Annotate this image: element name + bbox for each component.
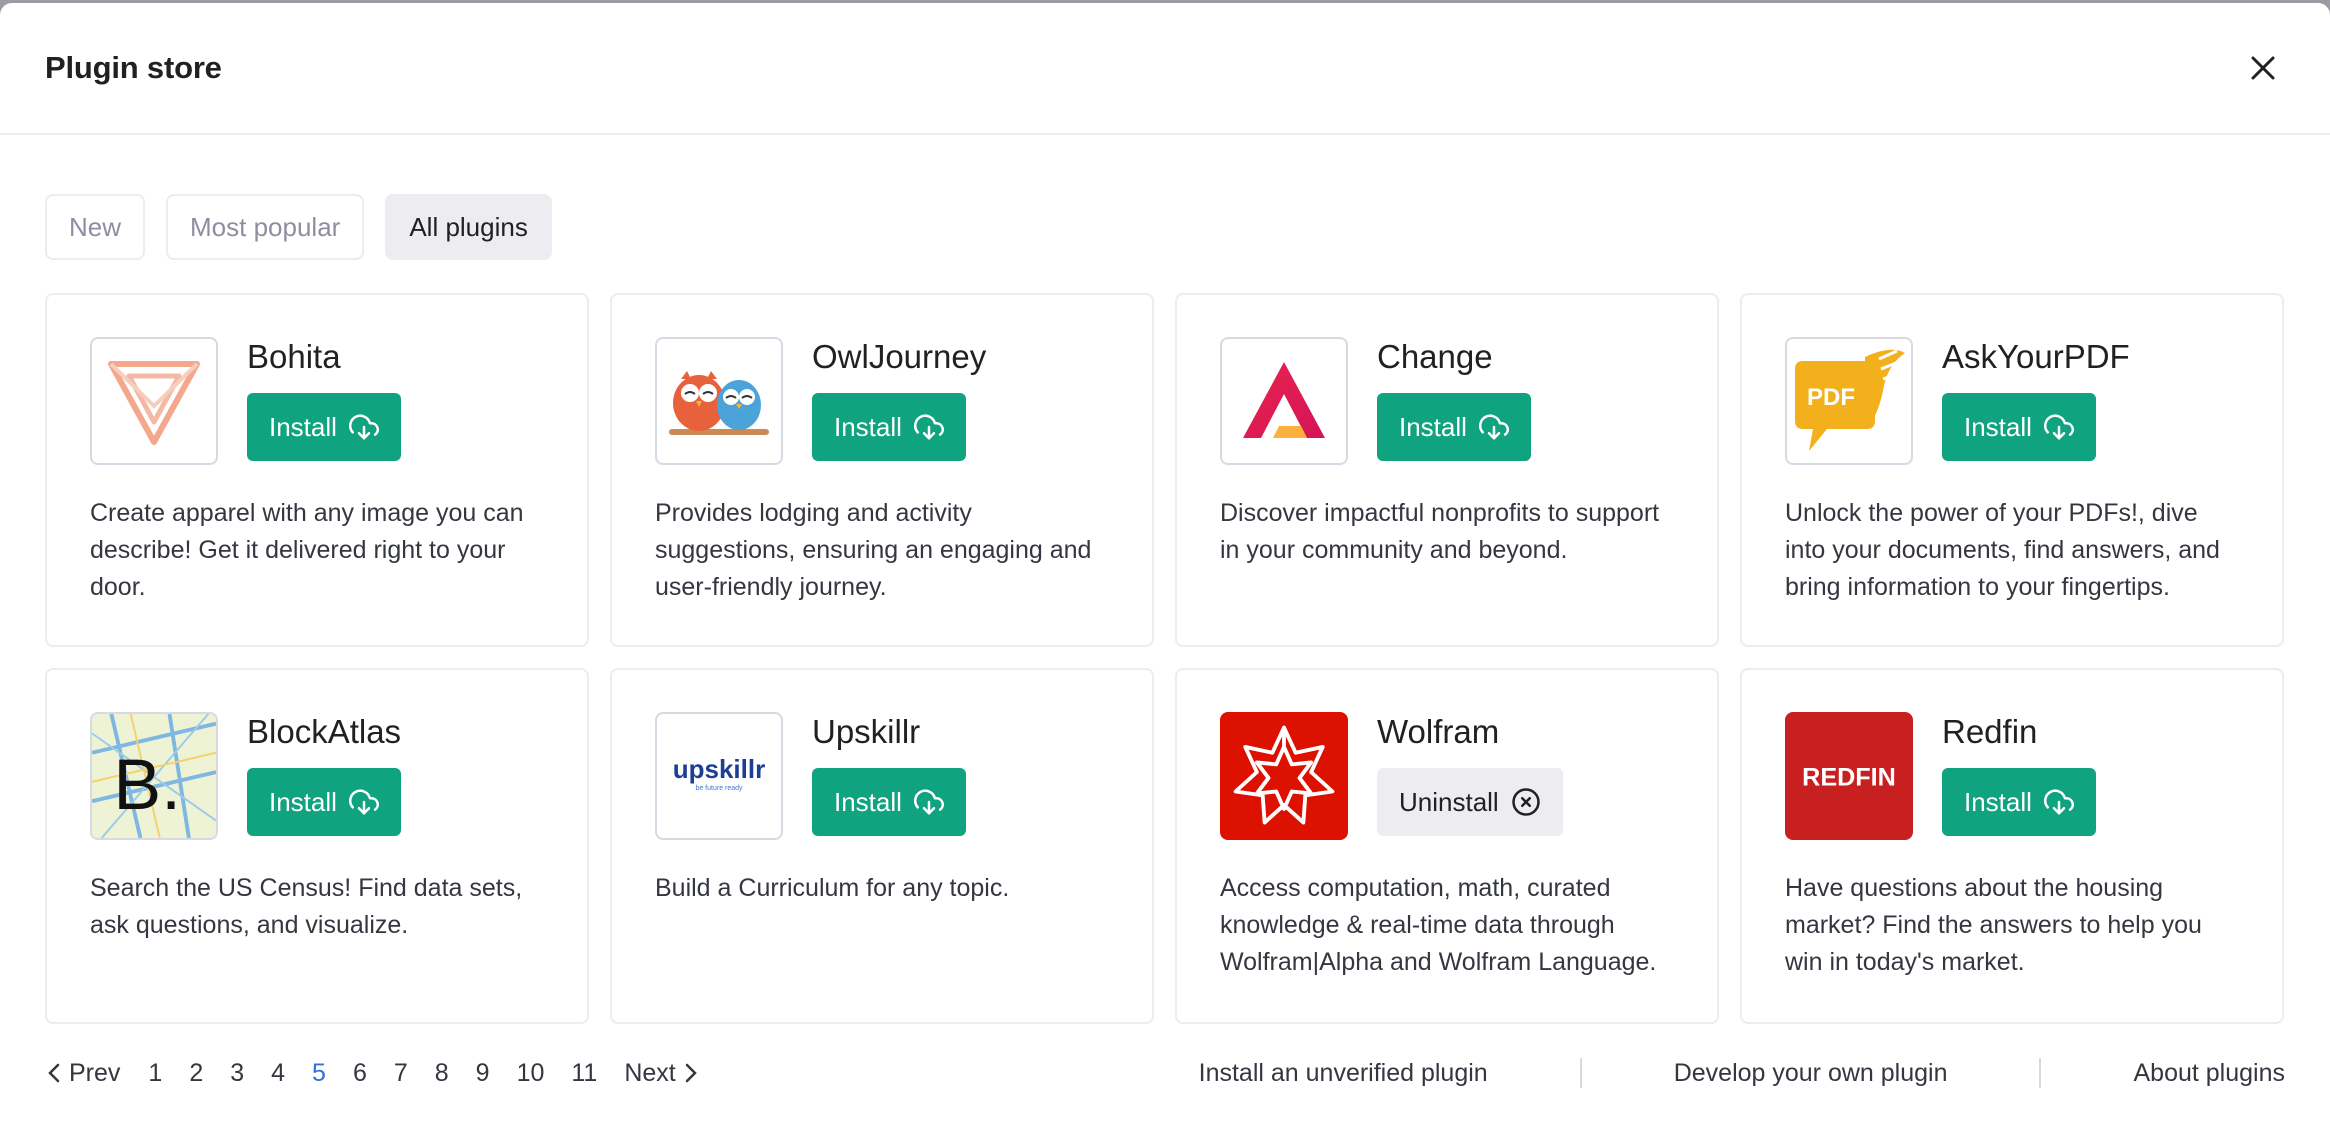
cloud-download-icon	[913, 414, 944, 440]
install-button[interactable]: Install	[1942, 393, 2096, 461]
tab-most-popular[interactable]: Most popular	[166, 194, 365, 260]
page-7[interactable]: 7	[394, 1059, 408, 1088]
install-button[interactable]: Install	[247, 768, 401, 836]
install-button[interactable]: Install	[812, 768, 966, 836]
next-page-button[interactable]: Next	[624, 1059, 699, 1088]
svg-text:B.: B.	[113, 745, 181, 825]
circle-x-icon	[1511, 788, 1540, 816]
page-3[interactable]: 3	[230, 1059, 244, 1088]
prev-label: Prev	[69, 1058, 121, 1087]
plugin-name: Upskillr	[812, 713, 921, 750]
page-11[interactable]: 11	[571, 1059, 597, 1088]
plugin-card-redfin: REDFIN Redfin Install Have questions abo…	[1740, 668, 2284, 1024]
install-button-label: Install	[269, 411, 337, 442]
page-8[interactable]: 8	[435, 1059, 449, 1088]
plugin-description: Build a Curriculum for any topic.	[655, 874, 1010, 902]
plugin-name: Redfin	[1942, 713, 2038, 750]
uninstall-button-label: Uninstall	[1399, 786, 1499, 817]
install-button[interactable]: Install	[812, 393, 966, 461]
plugin-name: OwlJourney	[812, 338, 987, 375]
page-4[interactable]: 4	[271, 1059, 285, 1088]
upskillr-logo-icon: upskillr be future ready	[655, 712, 783, 840]
develop-plugin-link[interactable]: Develop your own plugin	[1674, 1059, 1948, 1088]
plugin-card-upskillr: upskillr be future ready Upskillr Instal…	[610, 668, 1154, 1024]
plugin-description: Search the US Census! Find data sets, as…	[90, 874, 523, 939]
cloud-download-icon	[2043, 789, 2074, 815]
pagination: Prev 1 2 3 4 5 6 7 8 9 10 11 Next	[45, 1059, 700, 1088]
svg-text:REDFIN: REDFIN	[1802, 764, 1896, 792]
plugin-name: Change	[1377, 338, 1493, 375]
page-1[interactable]: 1	[148, 1059, 162, 1088]
blockatlas-logo-icon: B.	[90, 712, 218, 840]
owls-logo-icon	[655, 337, 783, 465]
plugin-card-owljourney: OwlJourney Install Provides lodging and …	[610, 293, 1154, 647]
plugin-card-wolfram: Wolfram Uninstall Access computation, ma…	[1175, 668, 1719, 1024]
cloud-download-icon	[348, 789, 379, 815]
next-label: Next	[624, 1058, 676, 1087]
plugin-name: AskYourPDF	[1942, 338, 2130, 375]
divider	[2039, 1058, 2042, 1088]
plugin-card-blockatlas: B. BlockAtlas Install Search the US Cens…	[45, 668, 589, 1024]
page-5-current[interactable]: 5	[312, 1059, 326, 1088]
cloud-download-icon	[2043, 414, 2074, 440]
prev-page-button[interactable]: Prev	[45, 1059, 120, 1088]
plugin-description: Create apparel with any image you can de…	[90, 499, 524, 601]
install-button-label: Install	[1399, 411, 1467, 442]
plugin-name: Wolfram	[1377, 713, 1500, 750]
plugin-description: Have questions about the housing market?…	[1785, 874, 2202, 976]
plugin-description: Unlock the power of your PDFs!, dive int…	[1785, 499, 2220, 601]
plugin-card-askyourpdf: PDF AskYourPDF Install Unlock the power …	[1740, 293, 2284, 647]
divider	[1579, 1058, 1582, 1088]
plugin-name: Bohita	[247, 338, 341, 375]
install-button[interactable]: Install	[1377, 393, 1531, 461]
install-button-label: Install	[1964, 411, 2032, 442]
about-plugins-link[interactable]: About plugins	[2133, 1059, 2285, 1088]
plugin-description: Provides lodging and activity suggestion…	[655, 499, 1092, 601]
plugin-grid: Bohita Install Create apparel with any i…	[45, 293, 2284, 1024]
page-6[interactable]: 6	[353, 1059, 367, 1088]
svg-text:be future ready: be future ready	[695, 785, 743, 792]
cloud-download-icon	[348, 414, 379, 440]
change-logo-icon	[1220, 337, 1348, 465]
install-button-label: Install	[834, 411, 902, 442]
page-10[interactable]: 10	[517, 1059, 545, 1088]
plugin-card-bohita: Bohita Install Create apparel with any i…	[45, 293, 589, 647]
plugin-store-modal: Plugin store New Most popular All plugin…	[0, 3, 2330, 1130]
install-button-label: Install	[834, 786, 902, 817]
tab-all-plugins[interactable]: All plugins	[385, 194, 552, 260]
page-2[interactable]: 2	[189, 1059, 203, 1088]
close-button[interactable]	[2240, 45, 2286, 91]
footer-links: Install an unverified plugin Develop you…	[1199, 1058, 2285, 1088]
page-title: Plugin store	[45, 50, 222, 85]
modal-header: Plugin store	[0, 3, 2330, 135]
install-button[interactable]: Install	[247, 393, 401, 461]
install-button[interactable]: Install	[1942, 768, 2096, 836]
chevron-right-icon	[685, 1063, 697, 1083]
plugin-name: BlockAtlas	[247, 713, 402, 750]
install-unverified-plugin-link[interactable]: Install an unverified plugin	[1199, 1059, 1488, 1088]
cloud-download-icon	[913, 789, 944, 815]
svg-text:PDF: PDF	[1807, 384, 1855, 411]
modal-footer: Prev 1 2 3 4 5 6 7 8 9 10 11 Next Instal…	[45, 1053, 2285, 1093]
svg-text:upskillr: upskillr	[673, 754, 765, 784]
close-icon	[2251, 56, 2275, 80]
cloud-download-icon	[1478, 414, 1509, 440]
chevron-left-icon	[48, 1063, 60, 1083]
tab-new[interactable]: New	[45, 194, 146, 260]
page-9[interactable]: 9	[476, 1059, 490, 1088]
install-button-label: Install	[1964, 786, 2032, 817]
install-button-label: Install	[269, 786, 337, 817]
plugin-description: Access computation, math, curated knowle…	[1220, 874, 1657, 976]
plugin-description: Discover impactful nonprofits to support…	[1220, 499, 1660, 564]
redfin-logo-icon: REDFIN	[1785, 712, 1913, 840]
filter-tabs: New Most popular All plugins	[45, 194, 552, 260]
pdf-logo-icon: PDF	[1785, 337, 1913, 465]
bohita-logo-icon	[90, 337, 218, 465]
uninstall-button[interactable]: Uninstall	[1377, 768, 1563, 836]
wolfram-logo-icon	[1220, 712, 1348, 840]
plugin-card-change: Change Install Discover impactful nonpro…	[1175, 293, 1719, 647]
